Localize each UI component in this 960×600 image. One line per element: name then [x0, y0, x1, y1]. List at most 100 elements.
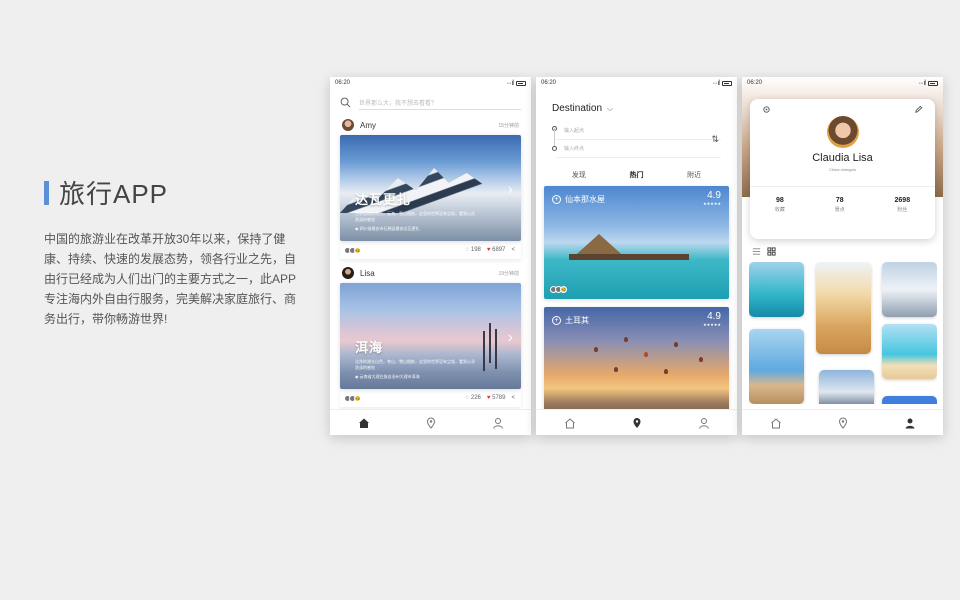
stat-attractions[interactable]: 78 景点	[835, 197, 845, 213]
edit-icon[interactable]	[914, 105, 923, 114]
post-user[interactable]: Amy	[342, 119, 376, 131]
profile-stats: 98 收藏 78 景点 2698 粉丝	[750, 186, 935, 213]
origin-input[interactable]: 输入起点	[556, 122, 721, 140]
like-count[interactable]: ♥ 5789	[487, 395, 506, 401]
gallery-photo[interactable]	[882, 396, 937, 404]
stat-value: 2698	[894, 197, 911, 204]
intro-heading: 旅行APP	[44, 174, 300, 211]
gallery-photo[interactable]	[749, 329, 804, 404]
profile-name: Claudia Lisa	[812, 152, 873, 164]
tab-bar	[742, 409, 943, 435]
tab-map[interactable]	[830, 410, 856, 436]
profile-location: China chengdu	[829, 167, 856, 172]
tab-profile[interactable]	[485, 410, 511, 436]
chevron-right-icon[interactable]: ›	[508, 181, 513, 199]
stat-followers[interactable]: 2698 粉丝	[895, 197, 911, 213]
destination-name: 仙本那水屋	[565, 195, 605, 204]
tab-home[interactable]	[763, 410, 789, 436]
destination-card[interactable]: + 仙本那水屋 4.9 ★★★★★ +2	[544, 186, 729, 299]
visitor-avatars[interactable]: +2	[550, 286, 567, 293]
search-bar[interactable]: 世界那么大，我不想去看看？	[330, 89, 531, 115]
destination-label: + 土耳其	[552, 315, 589, 326]
tab-profile[interactable]	[897, 410, 923, 436]
liker-avatars[interactable]: +2	[344, 394, 361, 402]
search-input[interactable]: 世界那么大，我不想去看看？	[359, 98, 521, 110]
balloon-decoration	[699, 357, 703, 362]
tab-profile[interactable]	[691, 410, 717, 436]
gallery-photo[interactable]	[749, 262, 804, 317]
destination-input[interactable]: 输入终点	[556, 140, 721, 158]
post-stats: ◌ 198 ♥ 6897 <	[466, 247, 515, 253]
route-line	[554, 128, 555, 148]
tab-home[interactable]	[351, 410, 377, 436]
post-card[interactable]: 洱海 洁净的湖光山色，苍山，雪山相依，这里的世界没有尘埃，看到心灵洗涤的感觉 ◉…	[340, 283, 521, 389]
share-icon[interactable]: <	[511, 395, 515, 401]
post-header: Lisa 19分钟前	[330, 263, 531, 283]
post-header: Amy 15分钟前	[330, 115, 531, 135]
gallery-photo[interactable]	[819, 370, 874, 404]
star-rating-icon: ★★★★★	[703, 201, 721, 206]
post-username[interactable]: Lisa	[360, 269, 375, 278]
balloon-decoration	[664, 369, 668, 374]
more-badge: +2	[354, 246, 361, 254]
post-footer: +2 ◌ 198 ♥ 6897 <	[340, 241, 521, 259]
post-user[interactable]: Lisa	[342, 267, 375, 279]
comment-icon: ◌	[465, 395, 470, 401]
like-count-value: 5789	[492, 395, 506, 401]
destination-name: 土耳其	[565, 316, 589, 325]
destination-rating: 4.9 ★★★★★	[703, 190, 721, 206]
avatar[interactable]	[826, 116, 859, 148]
stat-label: 景点	[834, 207, 845, 213]
location-pin-icon	[633, 417, 640, 428]
tab-map[interactable]	[418, 410, 444, 436]
signal-icon: ··· ıl	[712, 79, 721, 87]
avatar[interactable]	[342, 119, 354, 131]
post-username[interactable]: Amy	[360, 121, 376, 130]
settings-icon[interactable]	[762, 105, 771, 114]
share-icon[interactable]: <	[511, 247, 515, 253]
gallery-photo[interactable]	[882, 262, 937, 317]
add-icon[interactable]: +	[552, 195, 561, 204]
liker-avatars[interactable]: +2	[344, 246, 361, 254]
stat-label: 粉丝	[897, 207, 908, 213]
destination-card[interactable]: + 土耳其 4.9 ★★★★★	[544, 307, 729, 420]
destination-title[interactable]: Destination	[552, 103, 602, 114]
phone-feed-screen: 06:20 ··· ıl 世界那么大，我不想去看看？ Amy 15分钟前 达瓦更…	[330, 77, 531, 435]
photo-gallery	[749, 262, 937, 404]
grid-view-icon[interactable]	[767, 247, 776, 256]
battery-icon	[516, 80, 526, 86]
list-view-icon[interactable]	[752, 247, 761, 256]
destination-dot-icon	[552, 146, 557, 151]
comment-count[interactable]: ◌ 198	[466, 247, 481, 253]
status-icons: ··· ıl	[919, 80, 938, 87]
gallery-photo[interactable]	[816, 262, 871, 354]
gallery-photo[interactable]	[882, 324, 937, 379]
heart-icon: ♥	[486, 247, 491, 253]
status-bar: 06:20 ··· ıl	[536, 77, 737, 89]
stat-label: 收藏	[774, 207, 785, 213]
tab-map[interactable]	[624, 410, 650, 436]
post-card[interactable]: 达瓦更扎 古朴自然的东方，云海，雪山相依，这里的世界没有尘埃，看到心灵洗涤的感觉…	[340, 135, 521, 241]
filter-popular[interactable]: 热门	[629, 170, 643, 180]
status-icons: ··· ıl	[713, 80, 732, 87]
status-icons: ··· ıl	[507, 80, 526, 87]
filter-nearby[interactable]: 附近	[687, 170, 701, 180]
filter-discover[interactable]: 发现	[572, 170, 586, 180]
add-icon[interactable]: +	[552, 316, 561, 325]
destination-dropdown[interactable]: Destination ⌵	[536, 89, 737, 118]
tab-home[interactable]	[557, 410, 583, 436]
comment-count[interactable]: ◌ 226	[466, 395, 481, 401]
route-inputs: 输入起点 输入终点 ⇅	[552, 122, 721, 162]
avatar[interactable]	[342, 267, 354, 279]
chevron-right-icon[interactable]: ›	[508, 329, 513, 347]
stat-favorites[interactable]: 98 收藏	[775, 197, 785, 213]
comment-count-value: 226	[470, 395, 481, 401]
stat-value: 98	[776, 197, 784, 204]
search-icon[interactable]	[340, 95, 351, 113]
intro-title: 旅行APP	[59, 179, 169, 209]
view-toggle	[752, 247, 776, 256]
swap-icon[interactable]: ⇅	[711, 134, 719, 145]
chevron-down-icon[interactable]: ⌵	[607, 104, 613, 114]
like-count[interactable]: ♥ 6897	[487, 247, 506, 253]
battery-icon	[928, 80, 938, 86]
